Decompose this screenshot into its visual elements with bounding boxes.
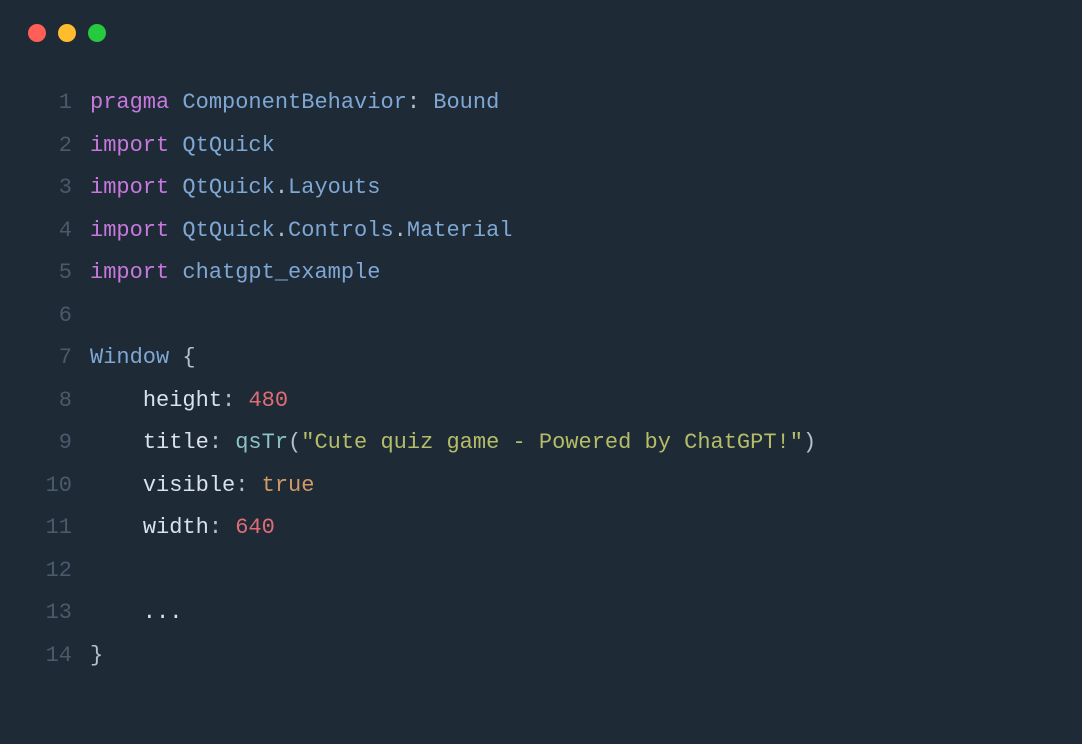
- code-line[interactable]: 9 title: qsTr("Cute quiz game - Powered …: [28, 422, 1054, 465]
- code-line[interactable]: 1 pragma ComponentBehavior: Bound: [28, 82, 1054, 125]
- code-token: qsTr: [235, 430, 288, 455]
- maximize-icon[interactable]: [88, 24, 106, 42]
- code-token: chatgpt_example: [182, 260, 380, 285]
- code-line[interactable]: 10 visible: true: [28, 465, 1054, 508]
- traffic-lights: [0, 24, 1082, 82]
- code-token: true: [262, 473, 315, 498]
- code-token: Bound: [433, 90, 499, 115]
- line-number: 6: [28, 295, 72, 338]
- code-line[interactable]: 13 ...: [28, 592, 1054, 635]
- line-number: 13: [28, 592, 72, 635]
- code-token: (: [288, 430, 301, 455]
- line-number: 2: [28, 125, 72, 168]
- code-content[interactable]: pragma ComponentBehavior: Bound: [90, 82, 1054, 125]
- code-token: :: [209, 430, 235, 455]
- code-token: QtQuick: [182, 218, 274, 243]
- code-editor[interactable]: 1 pragma ComponentBehavior: Bound 2 import …: [0, 82, 1082, 677]
- line-number: 11: [28, 507, 72, 550]
- line-number: 12: [28, 550, 72, 593]
- code-token: [90, 515, 143, 540]
- code-token: Material: [407, 218, 513, 243]
- code-token: height: [143, 388, 222, 413]
- line-number: 10: [28, 465, 72, 508]
- code-content[interactable]: }: [90, 635, 1054, 678]
- code-token: :: [222, 388, 248, 413]
- code-token: }: [90, 643, 103, 668]
- code-token: pragma: [90, 90, 182, 115]
- code-line[interactable]: 6: [28, 295, 1054, 338]
- code-content[interactable]: import chatgpt_example: [90, 252, 1054, 295]
- line-number: 9: [28, 422, 72, 465]
- minimize-icon[interactable]: [58, 24, 76, 42]
- code-token: import: [90, 260, 182, 285]
- code-content[interactable]: visible: true: [90, 465, 1054, 508]
- line-number: 8: [28, 380, 72, 423]
- code-content[interactable]: height: 480: [90, 380, 1054, 423]
- code-line[interactable]: 12: [28, 550, 1054, 593]
- code-line[interactable]: 5 import chatgpt_example: [28, 252, 1054, 295]
- code-token: 640: [235, 515, 275, 540]
- code-token: title: [143, 430, 209, 455]
- code-token: :: [235, 473, 261, 498]
- code-token: ): [803, 430, 816, 455]
- code-token: QtQuick: [182, 175, 274, 200]
- code-content[interactable]: import QtQuick.Layouts: [90, 167, 1054, 210]
- code-token: Controls: [288, 218, 394, 243]
- code-token: [90, 388, 143, 413]
- close-icon[interactable]: [28, 24, 46, 42]
- code-window: 1 pragma ComponentBehavior: Bound 2 import …: [0, 0, 1082, 744]
- code-line[interactable]: 7 Window {: [28, 337, 1054, 380]
- code-token: width: [143, 515, 209, 540]
- line-number: 1: [28, 82, 72, 125]
- code-token: :: [209, 515, 235, 540]
- code-line[interactable]: 14}: [28, 635, 1054, 678]
- code-token: visible: [143, 473, 235, 498]
- code-token: import: [90, 218, 182, 243]
- line-number: 3: [28, 167, 72, 210]
- code-content[interactable]: import QtQuick: [90, 125, 1054, 168]
- code-line[interactable]: 11 width: 640: [28, 507, 1054, 550]
- code-content[interactable]: width: 640: [90, 507, 1054, 550]
- code-token: :: [407, 90, 433, 115]
- code-token: .: [275, 218, 288, 243]
- code-token: "Cute quiz game - Powered by ChatGPT!": [301, 430, 803, 455]
- code-content[interactable]: import QtQuick.Controls.Material: [90, 210, 1054, 253]
- line-number: 5: [28, 252, 72, 295]
- code-token: Layouts: [288, 175, 380, 200]
- code-token: 480: [248, 388, 288, 413]
- code-content[interactable]: Window {: [90, 337, 1054, 380]
- code-token: Window: [90, 345, 182, 370]
- code-line[interactable]: 2 import QtQuick: [28, 125, 1054, 168]
- code-content[interactable]: title: qsTr("Cute quiz game - Powered by…: [90, 422, 1054, 465]
- code-token: import: [90, 133, 182, 158]
- code-token: QtQuick: [182, 133, 274, 158]
- code-token: [90, 430, 143, 455]
- code-line[interactable]: 8 height: 480: [28, 380, 1054, 423]
- code-token: {: [182, 345, 195, 370]
- code-token: .: [275, 175, 288, 200]
- code-content[interactable]: ...: [90, 592, 1054, 635]
- code-token: ...: [90, 600, 182, 625]
- line-number: 4: [28, 210, 72, 253]
- line-number: 7: [28, 337, 72, 380]
- code-token: import: [90, 175, 182, 200]
- code-token: ComponentBehavior: [182, 90, 406, 115]
- code-token: [90, 473, 143, 498]
- code-line[interactable]: 3 import QtQuick.Layouts: [28, 167, 1054, 210]
- code-token: .: [394, 218, 407, 243]
- code-line[interactable]: 4import QtQuick.Controls.Material: [28, 210, 1054, 253]
- line-number: 14: [28, 635, 72, 678]
